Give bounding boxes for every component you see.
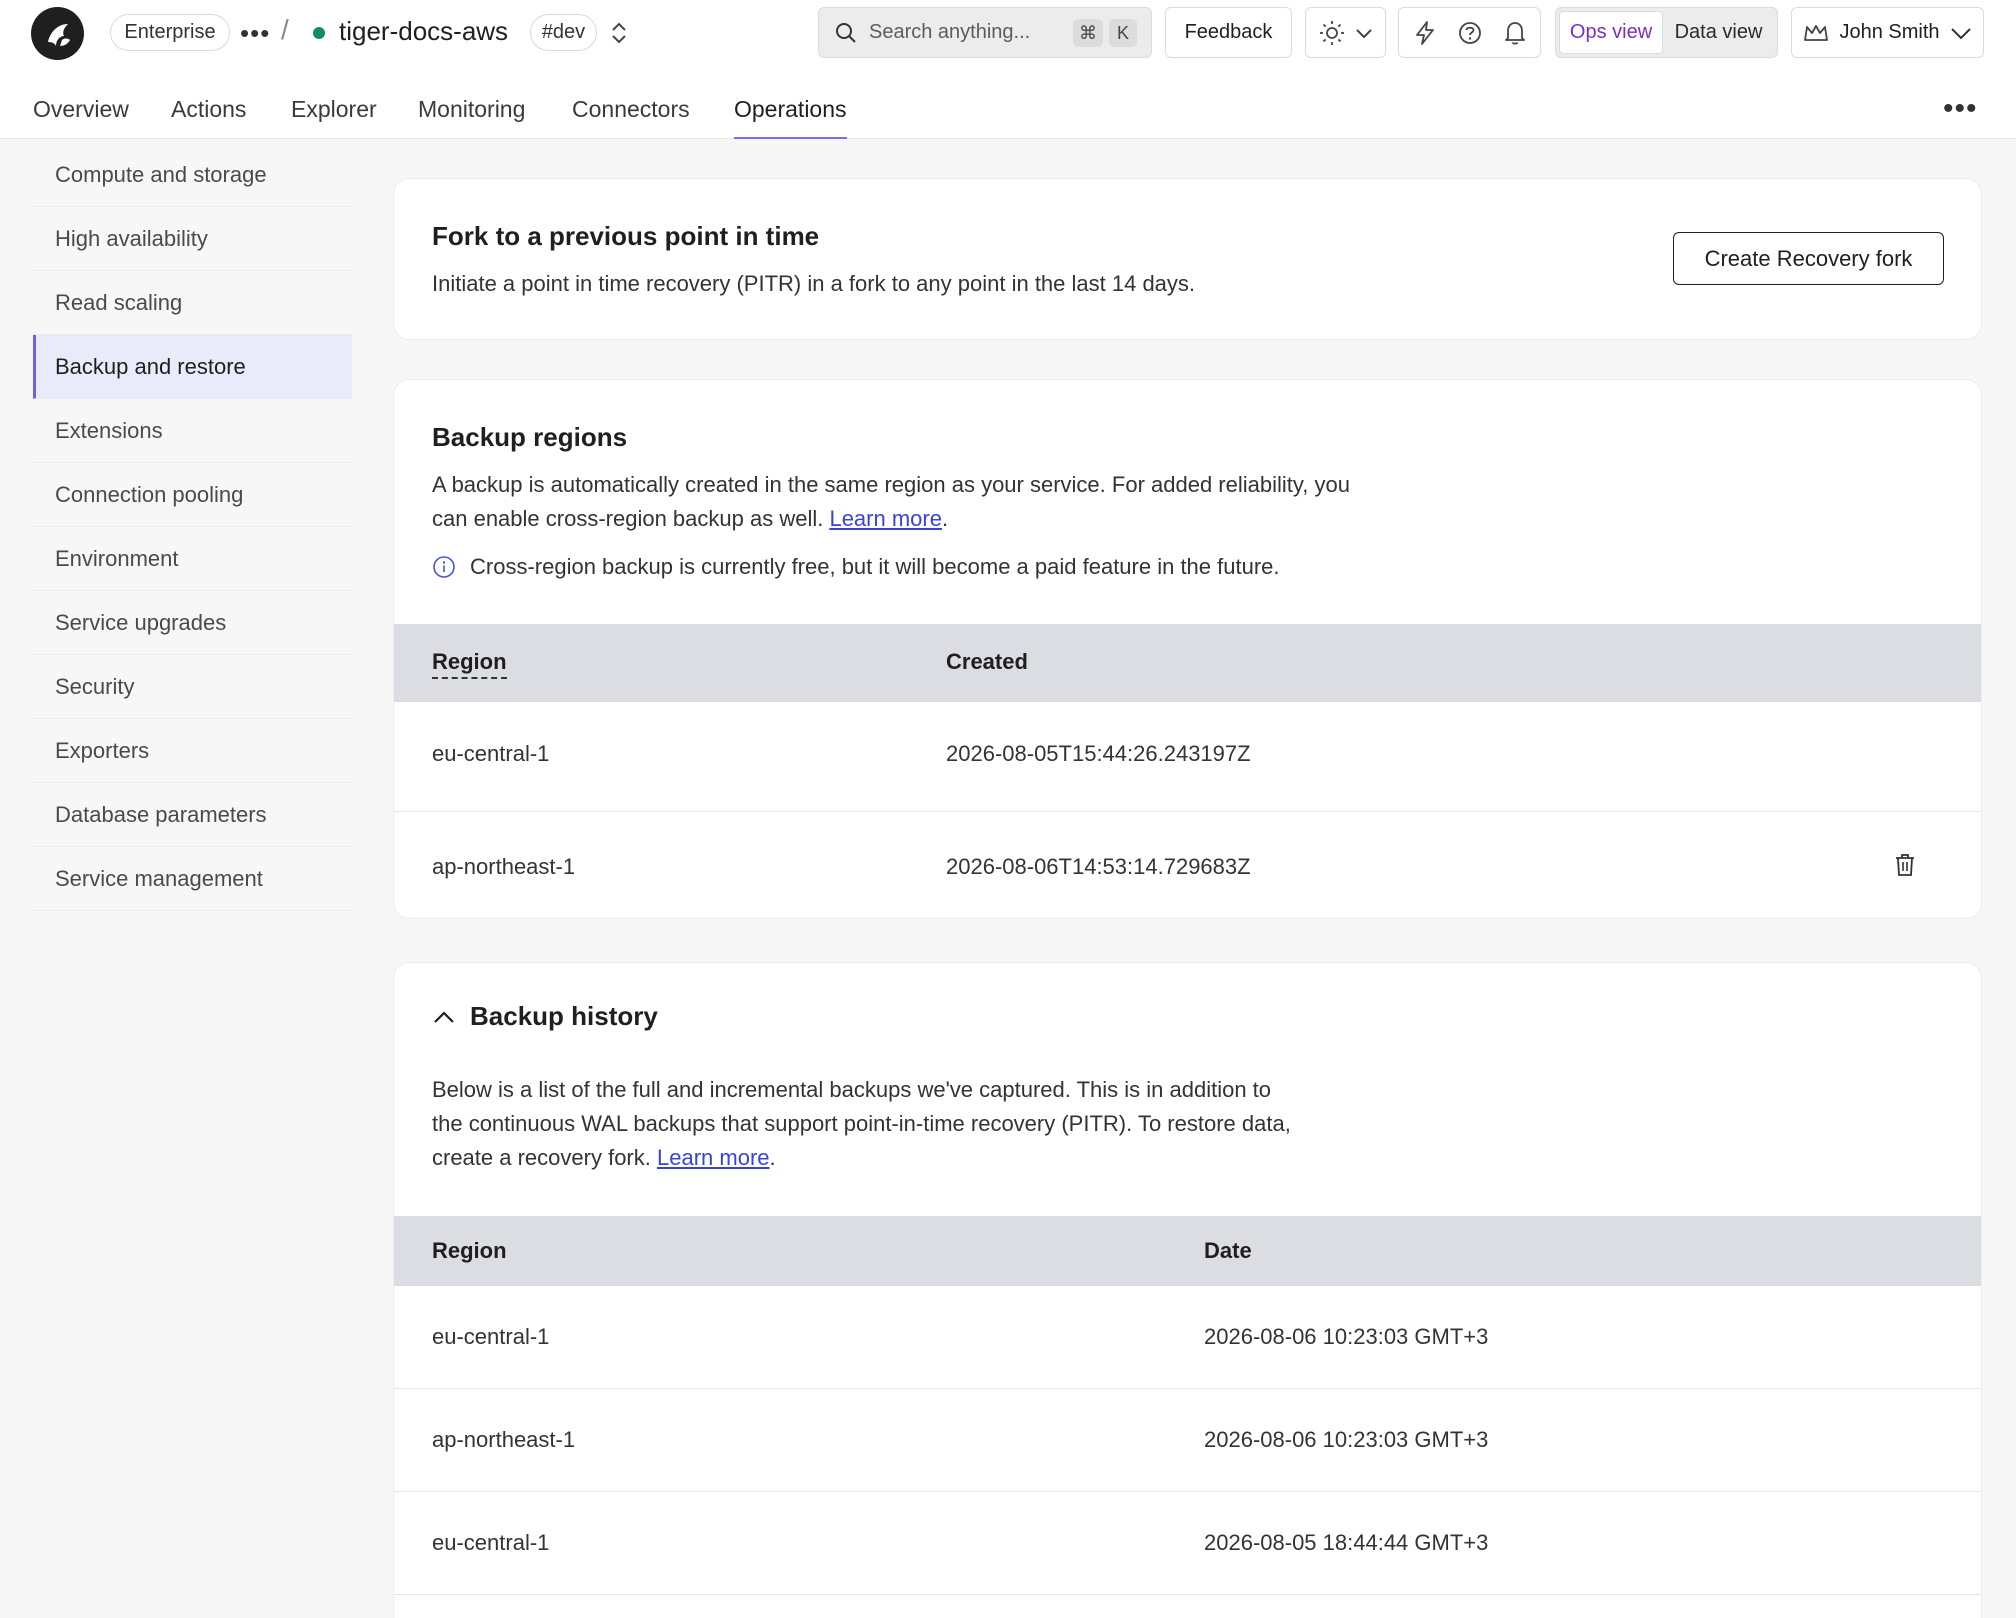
description-line: can enable cross-region backup as well. bbox=[432, 506, 824, 531]
help-icon[interactable] bbox=[1457, 20, 1483, 46]
user-name: John Smith bbox=[1839, 21, 1940, 43]
region-cell: ap-northeast-1 bbox=[432, 1427, 576, 1452]
view-toggle: Ops view Data view bbox=[1555, 7, 1778, 58]
tab-overview[interactable]: Overview bbox=[33, 96, 129, 139]
backup-history-title: Backup history bbox=[470, 1001, 658, 1031]
org-badge[interactable]: Enterprise bbox=[110, 14, 230, 51]
date-cell: 2026-08-06 10:23:03 GMT+3 bbox=[1204, 1427, 1489, 1452]
top-header: Enterprise ••• / tiger-docs-aws #dev ⌘ K… bbox=[0, 0, 2016, 139]
region-cell: eu-central-1 bbox=[432, 1324, 550, 1349]
sidebar-item-connection-pooling[interactable]: Connection pooling bbox=[33, 463, 352, 527]
tab-connectors[interactable]: Connectors bbox=[572, 96, 690, 139]
search-box[interactable]: ⌘ K bbox=[818, 7, 1152, 58]
sun-icon bbox=[1319, 20, 1344, 45]
user-menu-button[interactable]: John Smith bbox=[1791, 7, 1984, 58]
sidebar-item-service-upgrades[interactable]: Service upgrades bbox=[33, 591, 352, 655]
fork-title: Fork to a previous point in time bbox=[432, 221, 820, 251]
description-line: create a recovery fork. bbox=[432, 1145, 651, 1170]
sidebar-item-exporters[interactable]: Exporters bbox=[33, 719, 352, 783]
backup-history-description: Below is a list of the full and incremen… bbox=[432, 1073, 1291, 1175]
column-header-region[interactable]: Region bbox=[432, 649, 507, 679]
table-row: eu-central-1 2026-08-05 18:44:44 GMT+3 bbox=[394, 1492, 1981, 1595]
cross-region-info-text: Cross-region backup is currently free, b… bbox=[470, 554, 1280, 579]
region-cell: eu-central-1 bbox=[432, 1530, 550, 1555]
tiger-logo-icon[interactable] bbox=[31, 7, 84, 60]
service-status-icon bbox=[313, 27, 325, 39]
crown-icon bbox=[1804, 24, 1829, 41]
tab-actions[interactable]: Actions bbox=[171, 96, 246, 139]
table-row: ap-northeast-1 2026-08-06T14:53:14.72968… bbox=[394, 812, 1981, 918]
backup-regions-description: A backup is automatically created in the… bbox=[432, 468, 1350, 536]
sidebar-item-database-parameters[interactable]: Database parameters bbox=[33, 783, 352, 847]
shortcut-k-key: K bbox=[1109, 19, 1137, 47]
backup-regions-title: Backup regions bbox=[432, 422, 628, 452]
trash-icon[interactable] bbox=[1893, 852, 1917, 878]
search-icon bbox=[836, 22, 856, 43]
learn-more-link[interactable]: Learn more bbox=[657, 1145, 770, 1170]
utility-icon-group bbox=[1398, 7, 1541, 58]
chevron-up-icon bbox=[434, 1010, 454, 1023]
sidebar-item-security[interactable]: Security bbox=[33, 655, 352, 719]
sidebar-item-backup-and-restore[interactable]: Backup and restore bbox=[33, 335, 352, 399]
column-header-region: Region bbox=[432, 1238, 507, 1263]
sidebar-item-environment[interactable]: Environment bbox=[33, 527, 352, 591]
bell-icon[interactable] bbox=[1503, 20, 1527, 46]
shortcut-cmd-key: ⌘ bbox=[1073, 19, 1103, 47]
more-options-icon[interactable]: ••• bbox=[1943, 92, 1978, 126]
sidebar-item-compute-and-storage[interactable]: Compute and storage bbox=[33, 143, 352, 207]
sidebar-item-high-availability[interactable]: High availability bbox=[33, 207, 352, 271]
region-cell: ap-northeast-1 bbox=[432, 854, 576, 879]
backup-history-toggle[interactable]: Backup history bbox=[432, 1001, 658, 1032]
settings-sidebar: Compute and storage High availability Re… bbox=[33, 143, 352, 911]
sidebar-item-extensions[interactable]: Extensions bbox=[33, 399, 352, 463]
column-header-date: Date bbox=[1204, 1238, 1252, 1263]
search-input[interactable] bbox=[869, 21, 1069, 44]
date-cell: 2026-08-05 18:44:44 GMT+3 bbox=[1204, 1530, 1489, 1555]
date-cell: 2026-08-06 10:23:03 GMT+3 bbox=[1204, 1324, 1489, 1349]
regions-table-header: Region Created bbox=[394, 624, 1981, 702]
history-table-header: Region Date bbox=[394, 1216, 1981, 1286]
env-badge: #dev bbox=[530, 14, 597, 51]
create-recovery-fork-button[interactable]: Create Recovery fork bbox=[1673, 232, 1944, 285]
region-cell: eu-central-1 bbox=[432, 741, 550, 766]
backup-history-card: Backup history Below is a list of the fu… bbox=[393, 962, 1982, 1618]
cross-region-info: Cross-region backup is currently free, b… bbox=[432, 554, 1280, 580]
sidebar-item-service-management[interactable]: Service management bbox=[33, 847, 352, 911]
service-name[interactable]: tiger-docs-aws bbox=[339, 16, 508, 47]
tab-explorer[interactable]: Explorer bbox=[291, 96, 377, 139]
fork-card: Fork to a previous point in time Initiat… bbox=[393, 178, 1982, 340]
description-line: A backup is automatically created in the… bbox=[432, 472, 1350, 497]
period: . bbox=[769, 1145, 776, 1170]
theme-toggle-button[interactable] bbox=[1305, 7, 1386, 58]
table-row: ap-northeast-1 2026-08-06 10:23:03 GMT+3 bbox=[394, 1389, 1981, 1492]
period: . bbox=[941, 506, 949, 531]
chevron-down-icon bbox=[1950, 27, 1971, 39]
feedback-button[interactable]: Feedback bbox=[1165, 7, 1292, 58]
breadcrumb-separator: / bbox=[281, 14, 289, 45]
tab-operations[interactable]: Operations bbox=[734, 96, 847, 139]
data-view-button[interactable]: Data view bbox=[1663, 11, 1774, 54]
backup-regions-card: Backup regions A backup is automatically… bbox=[393, 379, 1982, 919]
created-cell: 2026-08-06T14:53:14.729683Z bbox=[946, 854, 1251, 879]
sidebar-item-read-scaling[interactable]: Read scaling bbox=[33, 271, 352, 335]
chevron-down-icon bbox=[1355, 28, 1372, 38]
info-icon bbox=[433, 556, 455, 578]
fork-description: Initiate a point in time recovery (PITR)… bbox=[432, 271, 1196, 296]
tab-monitoring[interactable]: Monitoring bbox=[418, 96, 525, 139]
created-cell: 2026-08-05T15:44:26.243197Z bbox=[946, 741, 1251, 766]
description-line: the continuous WAL backups that support … bbox=[432, 1111, 1291, 1136]
description-line: Below is a list of the full and incremen… bbox=[432, 1077, 1272, 1102]
breadcrumb-more-icon[interactable]: ••• bbox=[240, 18, 270, 49]
learn-more-link[interactable]: Learn more bbox=[829, 506, 942, 531]
lightning-icon[interactable] bbox=[1413, 20, 1437, 46]
ops-view-button[interactable]: Ops view bbox=[1559, 11, 1664, 54]
table-row: eu-central-1 2026-08-06 10:23:03 GMT+3 bbox=[394, 1286, 1981, 1389]
column-header-created: Created bbox=[946, 649, 1028, 674]
table-row: eu-central-1 2026-08-05T15:44:26.243197Z bbox=[394, 702, 1981, 812]
service-switcher-icon[interactable] bbox=[608, 20, 630, 46]
